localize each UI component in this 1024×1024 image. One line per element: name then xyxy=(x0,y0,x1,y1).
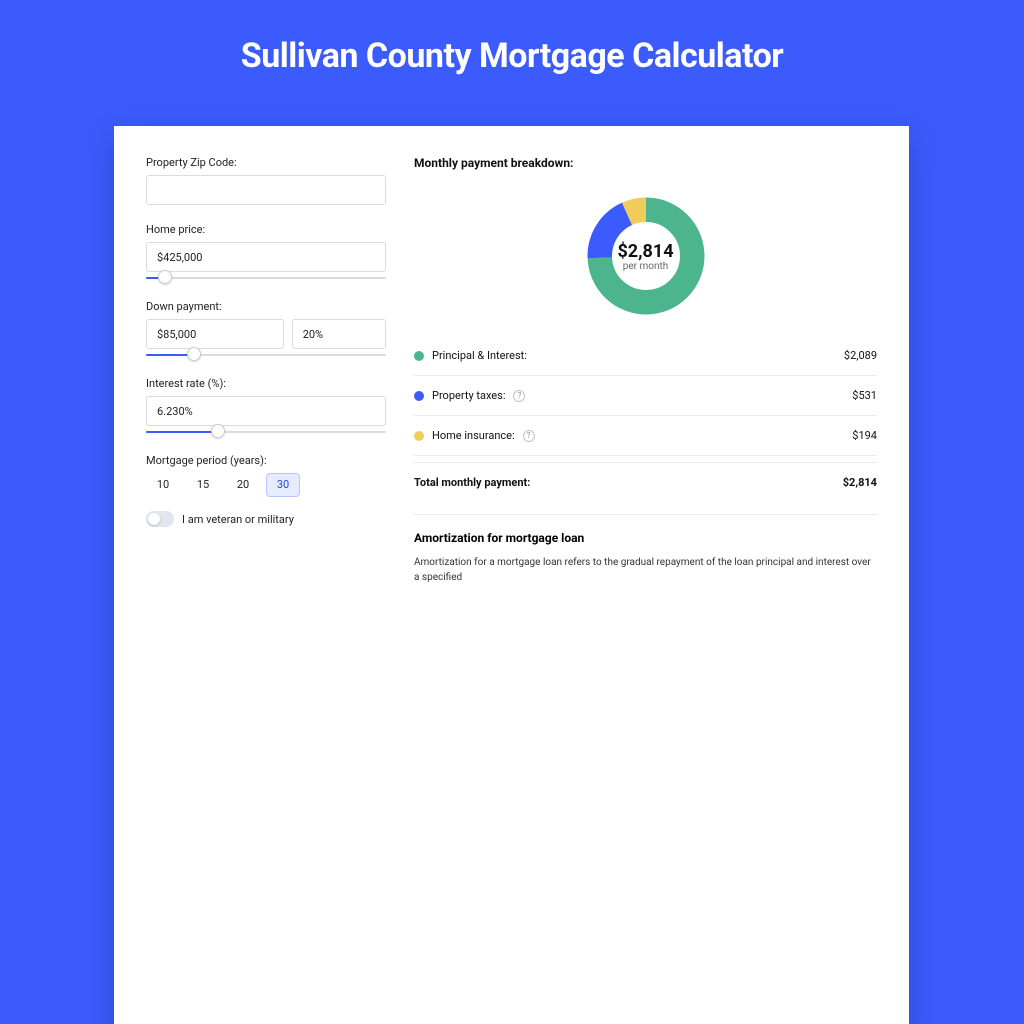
legend-value-pi: $2,089 xyxy=(844,349,877,362)
legend-row-tax: Property taxes: ? $531 xyxy=(414,382,877,409)
total-label: Total monthly payment: xyxy=(414,476,530,489)
total-row: Total monthly payment: $2,814 xyxy=(414,469,877,496)
legend-value-tax: $531 xyxy=(852,389,877,402)
legend-dot-ins xyxy=(414,431,424,441)
rate-field: Interest rate (%): xyxy=(146,377,386,436)
divider xyxy=(414,415,877,416)
divider xyxy=(414,375,877,376)
rate-input[interactable] xyxy=(146,396,386,426)
period-option-15[interactable]: 15 xyxy=(186,473,220,497)
price-label: Home price: xyxy=(146,223,386,236)
total-amount: $2,814 xyxy=(843,476,877,489)
veteran-row: I am veteran or military xyxy=(146,511,386,527)
zip-input[interactable] xyxy=(146,175,386,205)
zip-field: Property Zip Code: xyxy=(146,156,386,205)
period-option-30[interactable]: 30 xyxy=(266,473,300,497)
period-label: Mortgage period (years): xyxy=(146,454,386,467)
legend-label-pi: Principal & Interest: xyxy=(432,349,527,362)
amortization-title: Amortization for mortgage loan xyxy=(414,531,877,545)
info-icon[interactable]: ? xyxy=(523,430,535,442)
divider xyxy=(414,462,877,463)
price-input[interactable] xyxy=(146,242,386,272)
slider-thumb[interactable] xyxy=(158,270,172,284)
legend-dot-tax xyxy=(414,391,424,401)
breakdown-title: Monthly payment breakdown: xyxy=(414,156,877,170)
slider-thumb[interactable] xyxy=(187,347,201,361)
veteran-toggle[interactable] xyxy=(146,511,174,527)
donut-center: $2,814 per month xyxy=(617,241,673,272)
period-option-20[interactable]: 20 xyxy=(226,473,260,497)
legend-row-pi: Principal & Interest: $2,089 xyxy=(414,342,877,369)
price-field: Home price: xyxy=(146,223,386,282)
downpayment-percent-input[interactable] xyxy=(292,319,386,349)
legend-label-tax: Property taxes: xyxy=(432,389,505,402)
page-title: Sullivan County Mortgage Calculator xyxy=(0,0,1024,76)
donut-chart: $2,814 per month xyxy=(414,182,877,342)
donut-total: $2,814 xyxy=(617,241,673,262)
legend-label-ins: Home insurance: xyxy=(432,429,515,442)
price-slider[interactable] xyxy=(146,274,386,282)
page-frame: Sullivan County Mortgage Calculator Prop… xyxy=(0,0,1024,512)
legend-row-ins: Home insurance: ? $194 xyxy=(414,422,877,449)
rate-label: Interest rate (%): xyxy=(146,377,386,390)
downpayment-field: Down payment: xyxy=(146,300,386,359)
amortization-body: Amortization for a mortgage loan refers … xyxy=(414,555,877,585)
slider-thumb[interactable] xyxy=(211,424,225,438)
period-option-10[interactable]: 10 xyxy=(146,473,180,497)
veteran-label: I am veteran or military xyxy=(182,513,294,526)
legend-value-ins: $194 xyxy=(852,429,877,442)
divider xyxy=(414,455,877,456)
zip-label: Property Zip Code: xyxy=(146,156,386,169)
calculator-card: Property Zip Code: Home price: Down paym… xyxy=(114,126,909,1024)
donut-sub: per month xyxy=(617,261,673,272)
downpayment-amount-input[interactable] xyxy=(146,319,284,349)
downpayment-label: Down payment: xyxy=(146,300,386,313)
inputs-panel: Property Zip Code: Home price: Down paym… xyxy=(146,156,386,585)
info-icon[interactable]: ? xyxy=(513,390,525,402)
amortization-section: Amortization for mortgage loan Amortizat… xyxy=(414,514,877,585)
breakdown-panel: Monthly payment breakdown: $2,814 per mo… xyxy=(414,156,877,585)
period-field: Mortgage period (years): 10152030 xyxy=(146,454,386,497)
rate-slider[interactable] xyxy=(146,428,386,436)
downpayment-slider[interactable] xyxy=(146,351,386,359)
legend-dot-pi xyxy=(414,351,424,361)
